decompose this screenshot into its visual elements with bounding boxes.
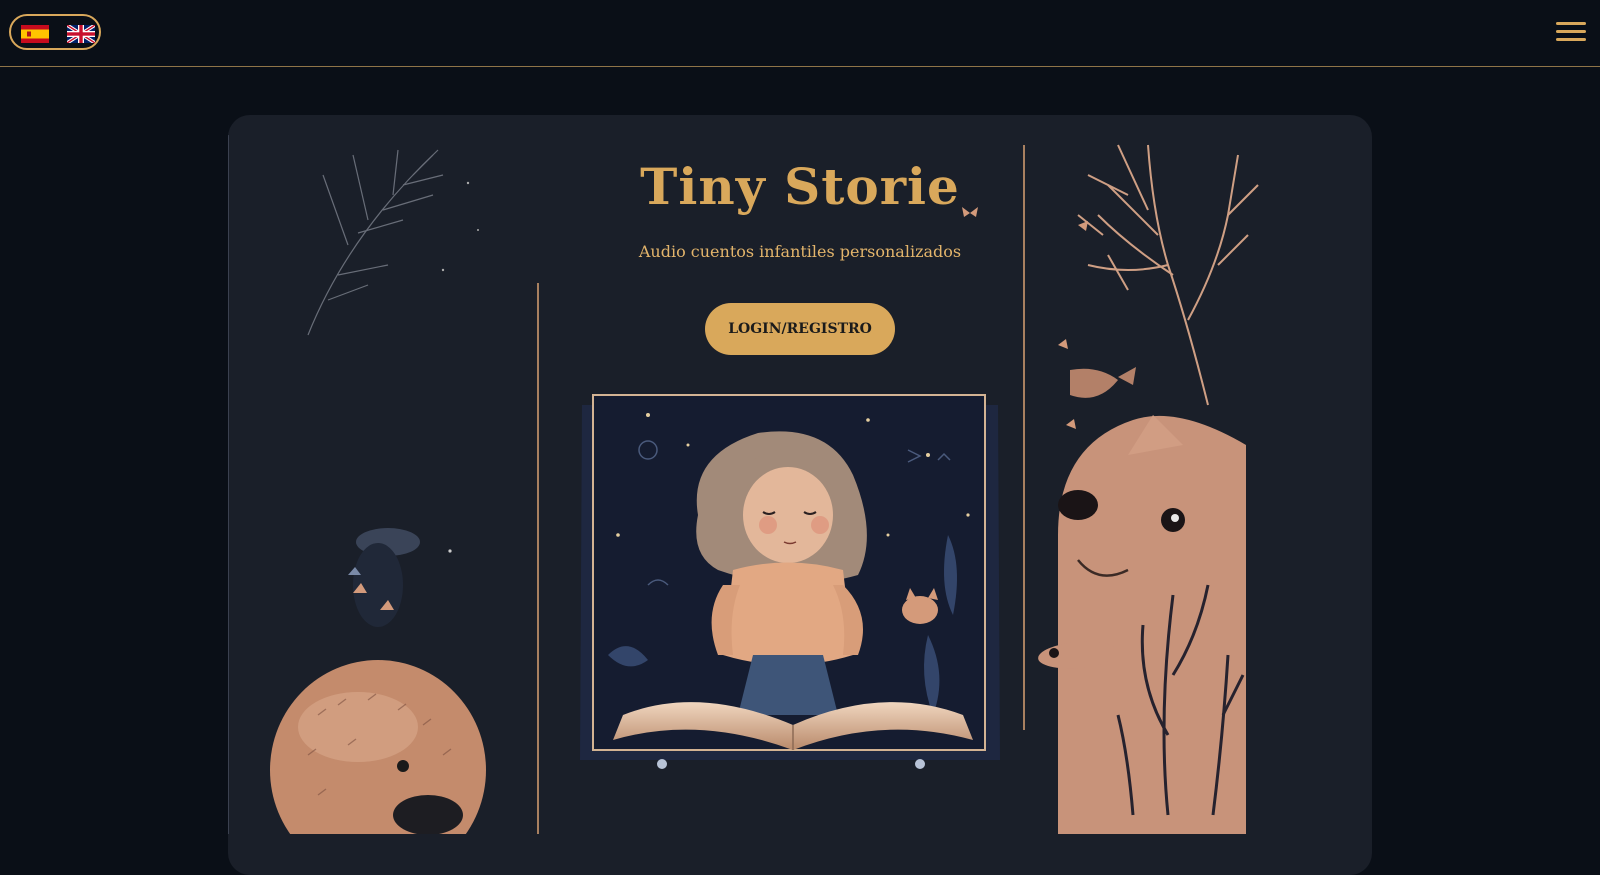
uk-flag-icon[interactable] (67, 25, 95, 43)
login-register-button[interactable]: LOGIN/REGISTRO (705, 303, 895, 355)
hero-card: Tiny Storie Audio cuentos infantiles per… (228, 115, 1372, 875)
page-title: Tiny Storie (640, 157, 960, 216)
storybook-illustration (228, 135, 1259, 834)
hamburger-menu-icon[interactable] (1556, 20, 1586, 44)
spain-flag-icon[interactable] (21, 25, 49, 43)
language-switcher (9, 14, 101, 50)
page-subtitle: Audio cuentos infantiles personalizados (638, 242, 962, 261)
top-navigation-bar (0, 0, 1600, 67)
